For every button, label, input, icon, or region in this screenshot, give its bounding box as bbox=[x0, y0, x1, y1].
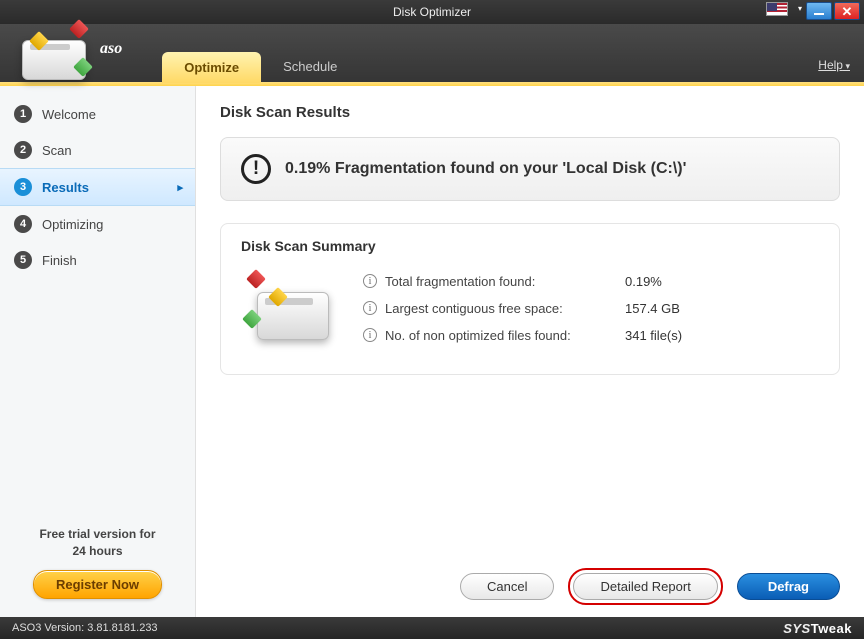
step-number-icon: 1 bbox=[14, 105, 32, 123]
header: aso Optimize Schedule Help bbox=[0, 24, 864, 82]
step-label: Welcome bbox=[42, 107, 96, 122]
language-dropdown-icon[interactable]: ▾ bbox=[796, 2, 804, 20]
trial-text: Free trial version for 24 hours bbox=[8, 526, 187, 560]
window-title: Disk Optimizer bbox=[0, 5, 864, 19]
body: 1 Welcome 2 Scan 3 Results 4 Optimizing … bbox=[0, 86, 864, 617]
summary-table: i Total fragmentation found: 0.19% i Lar… bbox=[363, 268, 819, 352]
summary-label: No. of non optimized files found: bbox=[385, 328, 625, 343]
main-panel: Disk Scan Results ! 0.19% Fragmentation … bbox=[196, 86, 864, 617]
sidebar-step-welcome[interactable]: 1 Welcome bbox=[0, 96, 195, 132]
summary-box: Disk Scan Summary i Total fragmentation … bbox=[220, 223, 840, 375]
app-logo-icon bbox=[14, 24, 94, 88]
statusbar: ASO3 Version: 3.81.8181.233 SYSTweak bbox=[0, 617, 864, 639]
sidebar-step-optimizing[interactable]: 4 Optimizing bbox=[0, 206, 195, 242]
summary-value: 341 file(s) bbox=[625, 328, 682, 343]
app-window: Disk Optimizer ▾ ✕ aso Optimize Schedule… bbox=[0, 0, 864, 639]
highlighted-button-ring: Detailed Report bbox=[568, 568, 722, 605]
trial-box: Free trial version for 24 hours Register… bbox=[0, 516, 195, 617]
brand-label: aso bbox=[100, 40, 122, 58]
step-label: Finish bbox=[42, 253, 77, 268]
summary-label: Total fragmentation found: bbox=[385, 274, 625, 289]
page-title: Disk Scan Results bbox=[220, 104, 840, 121]
summary-label: Largest contiguous free space: bbox=[385, 301, 625, 316]
info-icon: i bbox=[363, 274, 377, 288]
summary-heading: Disk Scan Summary bbox=[241, 238, 819, 254]
step-number-icon: 4 bbox=[14, 215, 32, 233]
sidebar-step-results[interactable]: 3 Results bbox=[0, 168, 195, 206]
summary-value: 0.19% bbox=[625, 274, 662, 289]
summary-value: 157.4 GB bbox=[625, 301, 680, 316]
step-number-icon: 5 bbox=[14, 251, 32, 269]
sidebar: 1 Welcome 2 Scan 3 Results 4 Optimizing … bbox=[0, 86, 196, 617]
step-label: Scan bbox=[42, 143, 72, 158]
titlebar: Disk Optimizer ▾ ✕ bbox=[0, 0, 864, 24]
summary-row: i No. of non optimized files found: 341 … bbox=[363, 322, 819, 349]
minimize-button[interactable] bbox=[806, 2, 832, 20]
sidebar-step-scan[interactable]: 2 Scan bbox=[0, 132, 195, 168]
step-number-icon: 3 bbox=[14, 178, 32, 196]
step-label: Results bbox=[42, 180, 89, 195]
summary-row: i Total fragmentation found: 0.19% bbox=[363, 268, 819, 295]
summary-row: i Largest contiguous free space: 157.4 G… bbox=[363, 295, 819, 322]
tab-bar: Optimize Schedule bbox=[162, 51, 818, 82]
info-icon: i bbox=[363, 301, 377, 315]
step-label: Optimizing bbox=[42, 217, 103, 232]
sidebar-step-finish[interactable]: 5 Finish bbox=[0, 242, 195, 278]
close-button[interactable]: ✕ bbox=[834, 2, 860, 20]
detailed-report-button[interactable]: Detailed Report bbox=[573, 573, 717, 600]
language-flag-icon[interactable] bbox=[766, 2, 788, 16]
defrag-button[interactable]: Defrag bbox=[737, 573, 840, 600]
help-menu[interactable]: Help bbox=[818, 58, 850, 72]
tab-optimize[interactable]: Optimize bbox=[162, 52, 261, 83]
window-controls: ▾ ✕ bbox=[766, 2, 860, 20]
info-icon: i bbox=[363, 328, 377, 342]
exclamation-icon: ! bbox=[241, 154, 271, 184]
register-button[interactable]: Register Now bbox=[33, 570, 162, 599]
tab-schedule[interactable]: Schedule bbox=[261, 51, 359, 82]
fragmentation-alert: ! 0.19% Fragmentation found on your 'Loc… bbox=[220, 137, 840, 201]
disk-summary-icon bbox=[241, 268, 343, 352]
step-number-icon: 2 bbox=[14, 141, 32, 159]
action-bar: Cancel Detailed Report Defrag bbox=[220, 554, 840, 605]
vendor-brand: SYSTweak bbox=[783, 621, 852, 636]
alert-text: 0.19% Fragmentation found on your 'Local… bbox=[285, 160, 686, 178]
version-text: ASO3 Version: 3.81.8181.233 bbox=[12, 622, 158, 634]
cancel-button[interactable]: Cancel bbox=[460, 573, 554, 600]
